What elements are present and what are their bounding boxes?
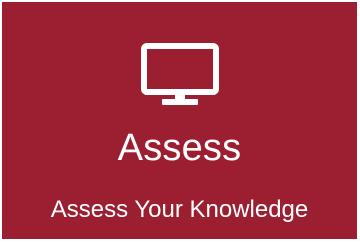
- tile-title: Assess: [117, 127, 242, 169]
- tile-subtitle: Assess Your Knowledge: [50, 196, 309, 223]
- assess-tile[interactable]: Assess Assess Your Knowledge: [2, 2, 357, 239]
- monitor-icon: [140, 42, 220, 108]
